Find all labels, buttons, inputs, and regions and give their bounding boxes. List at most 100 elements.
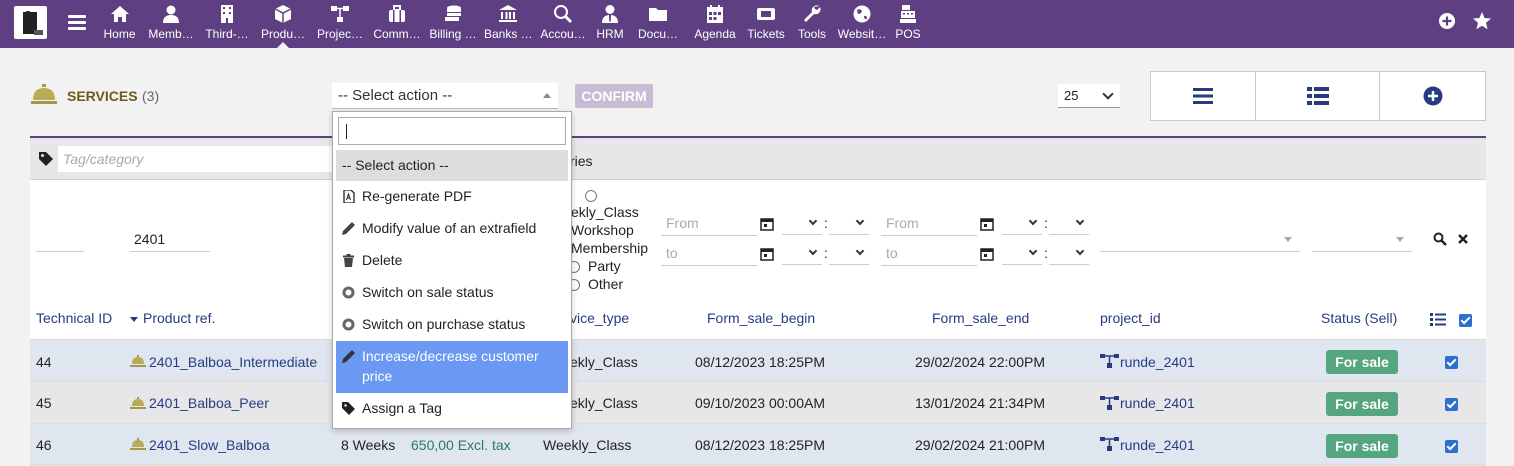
dropdown-search-input[interactable] bbox=[338, 117, 566, 145]
calendar-icon[interactable] bbox=[980, 217, 994, 231]
row-service-type: Weekly_Class bbox=[543, 437, 632, 453]
menu-pos[interactable]: POS bbox=[892, 0, 924, 48]
menu-commercial[interactable]: Comm… bbox=[370, 0, 424, 48]
action-regenerate-pdf[interactable]: Re-generate PDF bbox=[336, 181, 568, 213]
menu-hrm[interactable]: HRM bbox=[592, 0, 628, 48]
sale-begin-from-minute[interactable] bbox=[829, 213, 869, 235]
action-modify-extrafield[interactable]: Modify value of an extrafield bbox=[336, 213, 568, 245]
coins-icon bbox=[445, 5, 461, 21]
confirm-button[interactable]: CONFIRM bbox=[575, 84, 653, 108]
tag-icon bbox=[39, 152, 53, 166]
menu-accounting[interactable]: Accou… bbox=[538, 0, 588, 48]
row-product-ref[interactable]: 2401_Balboa_Intermediate bbox=[149, 354, 317, 370]
sale-end-from-hour[interactable] bbox=[1002, 213, 1042, 235]
sale-begin-to-input[interactable]: to bbox=[661, 240, 757, 266]
column-service-type[interactable]: vice_type bbox=[570, 310, 629, 326]
mass-action-dropdown: -- Select action -- Re-generate PDF Modi… bbox=[332, 111, 572, 429]
calendar-icon[interactable] bbox=[760, 247, 774, 261]
technical-id-filter[interactable] bbox=[36, 226, 84, 252]
action-select-placeholder[interactable]: -- Select action -- bbox=[336, 150, 568, 181]
project-filter-select[interactable] bbox=[1100, 226, 1300, 252]
menu-home[interactable]: Home bbox=[96, 0, 143, 48]
page-limit-select[interactable]: 25 bbox=[1058, 84, 1120, 108]
menu-products[interactable]: Produ… bbox=[258, 0, 308, 48]
service-type-radio-all[interactable] bbox=[585, 190, 597, 202]
hamburger-menu-icon[interactable] bbox=[66, 12, 88, 34]
menu-billing[interactable]: Billing … bbox=[428, 0, 478, 48]
service-type-party[interactable]: Party bbox=[588, 258, 621, 274]
mass-action-select[interactable]: -- Select action -- bbox=[332, 83, 558, 109]
action-increase-decrease-price[interactable]: Increase/decrease customer price bbox=[336, 341, 568, 393]
list-view-button[interactable] bbox=[1150, 71, 1256, 121]
top-navbar: Home Memb… Third-… Produ… Projec… Comm… … bbox=[0, 0, 1514, 48]
column-list-icon[interactable] bbox=[1430, 313, 1446, 326]
calendar-icon[interactable] bbox=[980, 247, 994, 261]
menu-tickets[interactable]: Tickets bbox=[744, 0, 788, 48]
row-product-ref[interactable]: 2401_Slow_Balboa bbox=[149, 437, 270, 453]
status-filter-select[interactable] bbox=[1312, 226, 1412, 252]
sale-begin-to-minute[interactable] bbox=[829, 243, 869, 265]
time-separator: : bbox=[1044, 245, 1048, 261]
sale-begin-to-hour[interactable] bbox=[782, 243, 822, 265]
sale-begin-from-input[interactable]: From bbox=[661, 210, 757, 236]
tag-category-input[interactable]: Tag/category bbox=[58, 146, 336, 172]
select-all-checkbox[interactable] bbox=[1459, 314, 1472, 327]
bank-icon bbox=[499, 5, 517, 22]
calendar-icon[interactable] bbox=[760, 217, 774, 231]
action-assign-tag[interactable]: Assign a Tag bbox=[336, 393, 568, 425]
menu-third-parties[interactable]: Third-… bbox=[202, 0, 252, 48]
service-type-weekly-class[interactable]: ekly_Class bbox=[571, 204, 639, 220]
ticket-icon bbox=[757, 8, 775, 20]
action-switch-on-sale[interactable]: Switch on sale status bbox=[336, 277, 568, 309]
menu-banks[interactable]: Banks … bbox=[484, 0, 533, 48]
service-type-workshop[interactable]: Workshop bbox=[571, 222, 634, 238]
sale-begin-from-hour[interactable] bbox=[782, 213, 822, 235]
close-icon[interactable] bbox=[1457, 233, 1469, 245]
row-sale-begin: 08/12/2023 18:25PM bbox=[695, 354, 825, 370]
kanban-view-button[interactable] bbox=[1256, 71, 1380, 121]
product-ref-filter[interactable]: 2401 bbox=[130, 226, 210, 252]
row-sale-end: 29/02/2024 22:00PM bbox=[915, 354, 1045, 370]
row-checkbox[interactable] bbox=[1445, 356, 1458, 369]
row-project[interactable]: runde_2401 bbox=[1120, 354, 1195, 370]
menu-websites[interactable]: Websit… bbox=[836, 0, 888, 48]
sale-end-from-input[interactable]: From bbox=[881, 210, 977, 236]
new-service-button[interactable] bbox=[1380, 71, 1486, 121]
row-product-ref[interactable]: 2401_Balboa_Peer bbox=[149, 395, 269, 411]
sale-end-to-input[interactable]: to bbox=[881, 240, 977, 266]
bell-service-icon bbox=[130, 438, 146, 450]
service-type-membership[interactable]: Membership bbox=[571, 240, 648, 256]
add-circle-icon[interactable] bbox=[1437, 11, 1457, 31]
calendar-icon bbox=[707, 5, 723, 23]
sale-end-to-minute[interactable] bbox=[1049, 243, 1089, 265]
row-checkbox[interactable] bbox=[1445, 398, 1458, 411]
sale-end-to-hour[interactable] bbox=[1002, 243, 1042, 265]
sale-end-from-minute[interactable] bbox=[1049, 213, 1089, 235]
bookmark-star-icon[interactable] bbox=[1472, 11, 1492, 31]
status-badge: For sale bbox=[1326, 350, 1398, 374]
action-switch-on-purchase[interactable]: Switch on purchase status bbox=[336, 309, 568, 341]
column-project-id[interactable]: project_id bbox=[1100, 310, 1161, 326]
row-checkbox[interactable] bbox=[1445, 440, 1458, 453]
service-type-other[interactable]: Other bbox=[588, 276, 623, 292]
menu-projects[interactable]: Projec… bbox=[314, 0, 366, 48]
column-status-sell[interactable]: Status (Sell) bbox=[1321, 310, 1397, 326]
column-form-sale-end[interactable]: Form_sale_end bbox=[932, 310, 1029, 326]
cube-icon bbox=[274, 5, 292, 23]
column-product-ref[interactable]: Product ref. bbox=[130, 310, 215, 326]
column-technical-id[interactable]: Technical ID bbox=[36, 310, 112, 326]
search-icon[interactable] bbox=[1433, 232, 1447, 246]
menu-members[interactable]: Memb… bbox=[145, 0, 197, 48]
row-project[interactable]: runde_2401 bbox=[1120, 437, 1195, 453]
cash-register-icon bbox=[900, 5, 916, 23]
column-form-sale-begin[interactable]: Form_sale_begin bbox=[707, 310, 815, 326]
company-logo[interactable] bbox=[14, 6, 47, 39]
menu-tools[interactable]: Tools bbox=[794, 0, 830, 48]
menu-documents[interactable]: Docu… bbox=[634, 0, 682, 48]
action-delete[interactable]: Delete bbox=[336, 245, 568, 277]
menu-agenda[interactable]: Agenda bbox=[690, 0, 740, 48]
row-project[interactable]: runde_2401 bbox=[1120, 395, 1195, 411]
user-tie-icon bbox=[602, 5, 618, 23]
trash-icon bbox=[343, 254, 354, 267]
chevron-down-icon bbox=[1102, 88, 1114, 100]
